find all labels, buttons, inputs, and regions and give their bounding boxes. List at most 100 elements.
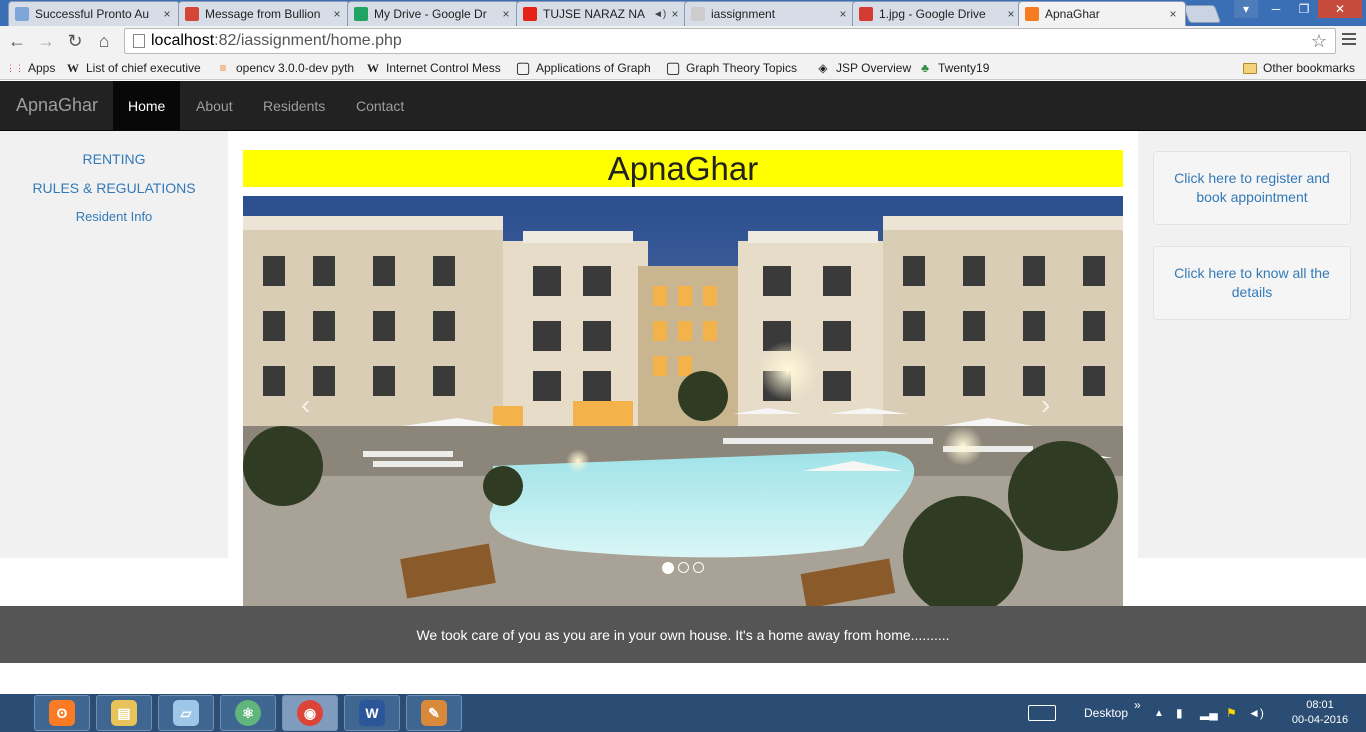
url-path: :82/iassignment/home.php: [214, 32, 402, 49]
forward-icon[interactable]: →: [35, 30, 57, 52]
taskbar-word[interactable]: W: [344, 695, 400, 731]
system-clock[interactable]: 08:01 00-04-2016: [1286, 694, 1354, 732]
tab-favicon-icon: [1025, 7, 1039, 21]
bookmark-item[interactable]: ≡ opencv 3.0.0-dev pyth: [216, 60, 356, 76]
stackoverflow-icon: ≡: [219, 61, 227, 75]
nav-residents[interactable]: Residents: [248, 81, 340, 131]
browser-tab[interactable]: iassignment ×: [684, 1, 856, 26]
carousel-indicator[interactable]: [678, 562, 689, 573]
bookmark-label: Other bookmarks: [1263, 61, 1356, 75]
bookmark-apps[interactable]: ⋮⋮ Apps: [8, 60, 64, 76]
show-hidden-icons[interactable]: ▲: [1154, 694, 1164, 732]
close-tab-icon[interactable]: ×: [669, 7, 681, 21]
chrome-icon: ◉: [297, 700, 323, 726]
bookmark-item[interactable]: ♣ Twenty19: [918, 60, 998, 76]
bookmark-item[interactable]: W List of chief executive: [66, 60, 206, 76]
tab-favicon-icon: [354, 7, 368, 21]
tab-favicon-icon: [691, 7, 705, 21]
close-window-icon[interactable]: ✕: [1318, 0, 1362, 18]
keyboard-icon[interactable]: [1028, 694, 1056, 732]
word-icon: W: [359, 700, 385, 726]
tab-favicon-icon: [15, 7, 29, 21]
address-bar[interactable]: localhost:82/iassignment/home.php ☆: [124, 28, 1336, 54]
user-icon[interactable]: ▾: [1234, 0, 1258, 18]
close-tab-icon[interactable]: ×: [1167, 7, 1179, 21]
carousel-indicators: [243, 562, 1123, 574]
tab-title: Message from Bullion: [205, 7, 321, 21]
network-icon[interactable]: ▂▄: [1200, 694, 1218, 732]
taskbar-xampp[interactable]: ʘ: [34, 695, 90, 731]
restore-icon[interactable]: ❐: [1290, 0, 1318, 18]
browser-tab[interactable]: TUJSE NARAZ NA ◄) ×: [516, 1, 688, 26]
bookmark-label: Apps: [28, 61, 56, 75]
bookmark-item[interactable]: ◈ JSP Overview: [816, 60, 916, 76]
link-resident-info[interactable]: Resident Info: [0, 209, 228, 224]
other-bookmarks[interactable]: Other bookmarks: [1243, 60, 1361, 76]
know-details-link[interactable]: Click here to know all the details: [1153, 246, 1351, 320]
bookmark-label: Internet Control Mess: [386, 61, 501, 75]
taskbar-notepad[interactable]: ▱: [158, 695, 214, 731]
notepad-icon: ▱: [173, 700, 199, 726]
browser-tab[interactable]: My Drive - Google Dr ×: [347, 1, 519, 26]
bookmark-label: List of chief executive: [86, 61, 201, 75]
browser-toolbar: ← → ↻ ⌂ localhost:82/iassignment/home.ph…: [0, 26, 1366, 56]
link-renting[interactable]: RENTING: [0, 151, 228, 167]
browser-tab[interactable]: 1.jpg - Google Drive ×: [852, 1, 1024, 26]
site-brand[interactable]: ApnaGhar: [16, 95, 98, 116]
register-appointment-link[interactable]: Click here to register and book appointm…: [1153, 151, 1351, 225]
file-explorer-icon: ▤: [111, 700, 137, 726]
taskbar-file-explorer[interactable]: ▤: [96, 695, 152, 731]
bookmark-item[interactable]: ▢ Graph Theory Topics: [666, 60, 806, 76]
new-tab-button[interactable]: [1182, 5, 1222, 23]
nav-contact[interactable]: Contact: [341, 81, 419, 131]
chrome-menu-icon[interactable]: [1342, 33, 1356, 48]
tab-title: 1.jpg - Google Drive: [879, 7, 986, 21]
taskbar-atom[interactable]: ⚛: [220, 695, 276, 731]
bookmark-label: Graph Theory Topics: [686, 61, 797, 75]
nav-about[interactable]: About: [181, 81, 248, 131]
bookmark-label: Twenty19: [938, 61, 990, 75]
link-rules-regulations[interactable]: RULES & REGULATIONS: [0, 180, 228, 196]
clock-time: 08:01: [1306, 699, 1334, 711]
reload-icon[interactable]: ↻: [64, 30, 86, 52]
tab-title: ApnaGhar: [1045, 7, 1100, 21]
nav-home[interactable]: Home: [113, 81, 181, 131]
taskbar-paint[interactable]: ✎: [406, 695, 462, 731]
home-icon[interactable]: ⌂: [93, 30, 115, 52]
bookmark-item[interactable]: W Internet Control Mess: [366, 60, 506, 76]
close-tab-icon[interactable]: ×: [837, 7, 849, 21]
close-tab-icon[interactable]: ×: [331, 7, 343, 21]
browser-tab[interactable]: Successful Pronto Au ×: [8, 1, 180, 26]
browser-tab-active[interactable]: ApnaGhar ×: [1018, 1, 1186, 26]
taskbar-chrome[interactable]: ◉: [282, 695, 338, 731]
apps-grid-icon: ⋮⋮: [8, 62, 24, 73]
volume-icon[interactable]: ◄): [1248, 694, 1264, 732]
url-host: localhost: [151, 32, 215, 49]
carousel-next-icon[interactable]: ›: [1041, 389, 1050, 421]
bookmark-star-icon[interactable]: ☆: [1311, 31, 1327, 52]
twenty19-icon: ♣: [921, 61, 929, 75]
close-tab-icon[interactable]: ×: [161, 7, 173, 21]
carousel-prev-icon[interactable]: ‹: [301, 389, 310, 421]
close-tab-icon[interactable]: ×: [500, 7, 512, 21]
action-center-icon[interactable]: ⚑: [1226, 694, 1237, 732]
bookmark-item[interactable]: ▢ Applications of Graph: [516, 60, 656, 76]
right-sidebar: Click here to register and book appointm…: [1138, 131, 1366, 558]
minimize-icon[interactable]: ─: [1262, 0, 1290, 18]
chevron-icon[interactable]: »: [1134, 686, 1141, 724]
web-page: ApnaGhar Home About Residents Contact RE…: [0, 81, 1366, 694]
carousel-indicator[interactable]: [662, 562, 674, 574]
back-icon[interactable]: ←: [6, 30, 28, 52]
tab-title: My Drive - Google Dr: [374, 7, 487, 21]
site-footer: We took care of you as you are in your o…: [0, 606, 1366, 663]
close-tab-icon[interactable]: ×: [1005, 7, 1017, 21]
browser-tab[interactable]: Message from Bullion ×: [178, 1, 350, 26]
tab-favicon-icon: [185, 7, 199, 21]
carousel-indicator[interactable]: [693, 562, 704, 573]
page-icon: ▢: [666, 60, 681, 76]
tab-title: TUJSE NARAZ NA: [543, 7, 646, 21]
desktop-toolbar[interactable]: Desktop: [1084, 694, 1128, 732]
power-icon[interactable]: ▮: [1176, 694, 1183, 732]
atom-icon: ⚛: [235, 700, 261, 726]
speaker-icon: ◄): [653, 8, 667, 20]
